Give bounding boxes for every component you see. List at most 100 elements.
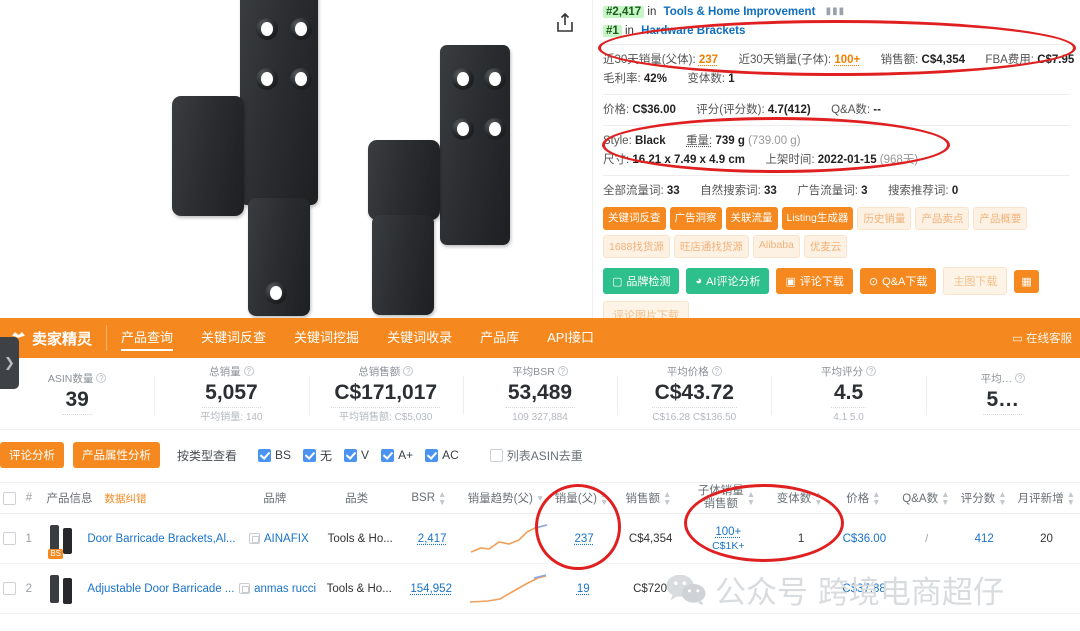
tool-chip[interactable]: Alibaba — [752, 235, 800, 259]
row-ratings[interactable] — [955, 564, 1013, 613]
help-icon[interactable]: ? — [403, 365, 414, 376]
header-sales-trend[interactable]: 销量趋势(父) ▼ — [463, 483, 550, 513]
row-sales-parent[interactable]: 237 — [552, 514, 616, 563]
ad-keywords-value: 3 — [861, 185, 868, 198]
stat-card: 平均BSR? 53,489 109 327,884 — [462, 358, 617, 429]
header-child-sales[interactable]: 子体销量 销售额 ▲ ▼ — [683, 483, 770, 513]
row-brand[interactable]: AINAFIX — [236, 514, 322, 563]
AI评论分析-button[interactable]: ◕ AI评论分析 — [686, 268, 770, 295]
row-product[interactable]: BS Door Barricade Brackets,Al... — [38, 514, 236, 563]
sort-arrows-icon: ▲ ▼ — [663, 489, 672, 507]
sales30-child-value[interactable]: 100+ — [834, 54, 860, 66]
type-checkbox-无[interactable]: 无 — [303, 447, 332, 464]
dimensions-value: 16.21 x 7.49 x 4.9 cm — [632, 154, 745, 167]
review-analysis-button[interactable]: 评论分析 — [0, 442, 64, 468]
help-icon[interactable]: ? — [866, 365, 877, 376]
tool-chip[interactable]: 产品卖点 — [915, 207, 970, 231]
row-ratings[interactable]: 412 — [955, 514, 1013, 563]
header-price[interactable]: 价格 ▲ ▼ — [830, 483, 897, 513]
row-brand[interactable]: anmas rucci — [234, 564, 320, 613]
nav-tab-1[interactable]: 关键词反查 — [187, 318, 280, 358]
row-sales-parent[interactable]: 19 — [551, 564, 615, 613]
stat-label: 总销售额? — [358, 365, 414, 380]
stat-label: 平均评分? — [821, 365, 877, 380]
row-checkbox[interactable] — [0, 564, 19, 613]
type-checkbox-ac[interactable]: AC — [425, 448, 459, 462]
product-thumbnail[interactable] — [46, 570, 80, 608]
product-title-link[interactable]: Door Barricade Brackets,Al... — [87, 533, 235, 545]
online-support-link[interactable]: ▭ 在线客服 — [1012, 330, 1080, 346]
header-qa[interactable]: Q&A数 ▲ ▼ — [897, 483, 955, 513]
grid-icon-button[interactable]: ▦ — [1014, 269, 1039, 293]
row-sales-trend-sparkline[interactable] — [465, 564, 551, 613]
tool-chip-list: 关键词反查 广告洞察 关联流量 Listing生成器 历史销量 产品卖点 产品概要 1688找… — [603, 207, 1070, 259]
tool-chip[interactable]: 产品概要 — [973, 207, 1028, 231]
nav-tab-2[interactable]: 关键词挖掘 — [280, 318, 373, 358]
tool-chip[interactable]: 旺店通找货源 — [673, 235, 749, 259]
stat-value: 5,057 — [202, 380, 261, 408]
stat-value: 39 — [62, 387, 92, 415]
row-child-sales[interactable] — [685, 564, 771, 613]
row-variants: 1 — [797, 532, 805, 545]
tool-chip[interactable]: 优麦云 — [803, 235, 848, 259]
type-checkbox-group: BS 无 V A+ AC — [246, 447, 459, 464]
nav-tab-0[interactable]: 产品查询 — [107, 318, 187, 358]
tool-chip[interactable]: 关联流量 — [725, 207, 778, 231]
row-qa: / — [925, 532, 929, 545]
tool-chip[interactable]: 广告洞察 — [669, 207, 722, 231]
header-monthly-new[interactable]: 月评新增 ▲ ▼ — [1013, 483, 1080, 513]
share-icon[interactable] — [553, 10, 577, 36]
child-sales-value[interactable]: 100+ — [715, 525, 741, 539]
chart-bars-icon[interactable]: ▮▮▮ — [826, 4, 846, 20]
checkbox-box — [425, 448, 439, 462]
品牌检测-button[interactable]: ▢ 品牌检测 — [603, 268, 680, 295]
tool-chip[interactable]: 历史销量 — [857, 207, 912, 231]
header-revenue[interactable]: 销售额 ▲ ▼ — [614, 483, 683, 513]
nav-tab-5[interactable]: API接口 — [533, 318, 608, 358]
row-product[interactable]: Adjustable Door Barricade ... — [38, 564, 234, 613]
nav-tab-3[interactable]: 关键词收录 — [373, 318, 466, 358]
product-thumbnail[interactable]: BS — [46, 520, 80, 559]
row-child-sales[interactable]: 100+ C$1K+ — [685, 514, 771, 563]
Q&A下载-button[interactable]: ⊙ Q&A下载 — [859, 268, 937, 295]
help-icon[interactable]: ? — [243, 365, 254, 376]
table-row[interactable]: 1 BS Door Barricade Brackets,Al... AINAFIX T… — [0, 514, 1080, 564]
attribute-analysis-button[interactable]: 产品属性分析 — [73, 442, 160, 468]
table-row[interactable]: 2 Adjustable Door Barricade ... anmas rucc… — [0, 564, 1080, 614]
tool-chip[interactable]: 关键词反查 — [603, 207, 666, 231]
dimensions-label: 尺寸: — [603, 154, 630, 167]
rank-category-sub[interactable]: Hardware Brackets — [641, 25, 745, 37]
tool-chip[interactable]: 1688找货源 — [603, 235, 670, 259]
help-icon[interactable]: ? — [96, 373, 107, 383]
header-ratings[interactable]: 评分数 ▲ ▼ — [955, 483, 1013, 513]
dedupe-asin-checkbox[interactable]: 列表ASIN去重 — [489, 447, 583, 464]
row-checkbox[interactable] — [0, 514, 19, 563]
type-checkbox-bs[interactable]: BS — [258, 448, 291, 462]
type-checkbox-a+[interactable]: A+ — [381, 448, 413, 462]
rank-category-main[interactable]: Tools & Home Improvement — [664, 6, 816, 18]
data-correction-link[interactable]: 数据纠错 — [105, 491, 147, 506]
header-bsr[interactable]: BSR ▲ ▼ — [395, 483, 462, 513]
row-sales-trend-sparkline[interactable] — [466, 514, 552, 563]
sales30-parent-value[interactable]: 237 — [699, 54, 718, 66]
help-icon[interactable]: ? — [1015, 373, 1026, 383]
type-checkbox-v[interactable]: V — [344, 448, 369, 462]
action-button-row: ▢ 品牌检测 ◕ AI评论分析 ▣ 评论下载 ⊙ Q&A下载 主图下载 ▦ — [603, 267, 1070, 296]
sidebar-expand-toggle[interactable]: ❯ — [0, 337, 19, 389]
weight-value: 739 g — [715, 135, 745, 148]
product-title-link[interactable]: Adjustable Door Barricade ... — [87, 583, 234, 595]
主图下载-button[interactable]: 主图下载 — [943, 267, 1008, 296]
nav-tab-4[interactable]: 产品库 — [466, 318, 533, 358]
select-all-checkbox[interactable] — [0, 483, 19, 513]
revenue-label: 销售额: — [880, 54, 919, 67]
row-bsr[interactable]: 2,417 — [399, 514, 466, 563]
sort-arrows-icon: ▲ ▼ — [1066, 489, 1076, 507]
header-sales-parent[interactable]: 销量(父) ▲ ▼ — [549, 483, 614, 513]
header-variants[interactable]: 变体数 ▲ ▼ — [770, 483, 830, 513]
help-icon[interactable]: ? — [557, 365, 568, 376]
help-icon[interactable]: ? — [711, 365, 722, 376]
tool-chip[interactable]: Listing生成器 — [781, 207, 854, 231]
weight-label: 重量: — [686, 135, 713, 148]
评论下载-button[interactable]: ▣ 评论下载 — [776, 268, 853, 295]
row-bsr[interactable]: 154,952 — [398, 564, 465, 613]
